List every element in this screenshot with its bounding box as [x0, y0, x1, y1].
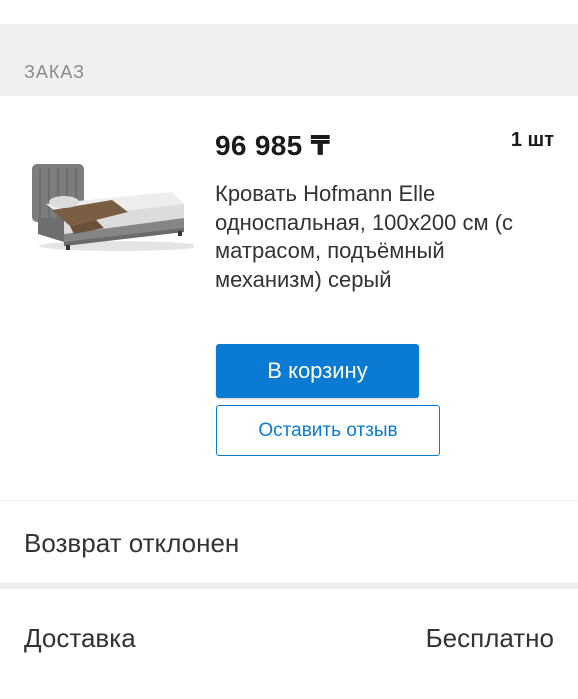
order-item-card: 96 985 ₸ 1 шт Кровать Hofmann Elle однос… [0, 96, 578, 500]
delivery-row: Доставка Бесплатно [0, 589, 578, 699]
item-title[interactable]: Кровать Hofmann Elle односпальная, 100x2… [215, 180, 515, 294]
return-status-label: Возврат отклонен [24, 528, 240, 558]
return-status-row[interactable]: Возврат отклонен [0, 501, 578, 583]
product-image[interactable] [24, 146, 194, 256]
order-section-header: ЗАКАЗ [0, 24, 578, 96]
top-strip [0, 0, 578, 24]
delivery-label: Доставка [24, 623, 136, 653]
item-quantity: 1 шт [510, 129, 554, 151]
section-title: ЗАКАЗ [24, 62, 86, 82]
add-to-cart-button[interactable]: В корзину [216, 344, 419, 398]
leave-review-button[interactable]: Оставить отзыв [216, 405, 440, 456]
item-price: 96 985 ₸ [215, 130, 331, 161]
delivery-value: Бесплатно [425, 623, 554, 653]
